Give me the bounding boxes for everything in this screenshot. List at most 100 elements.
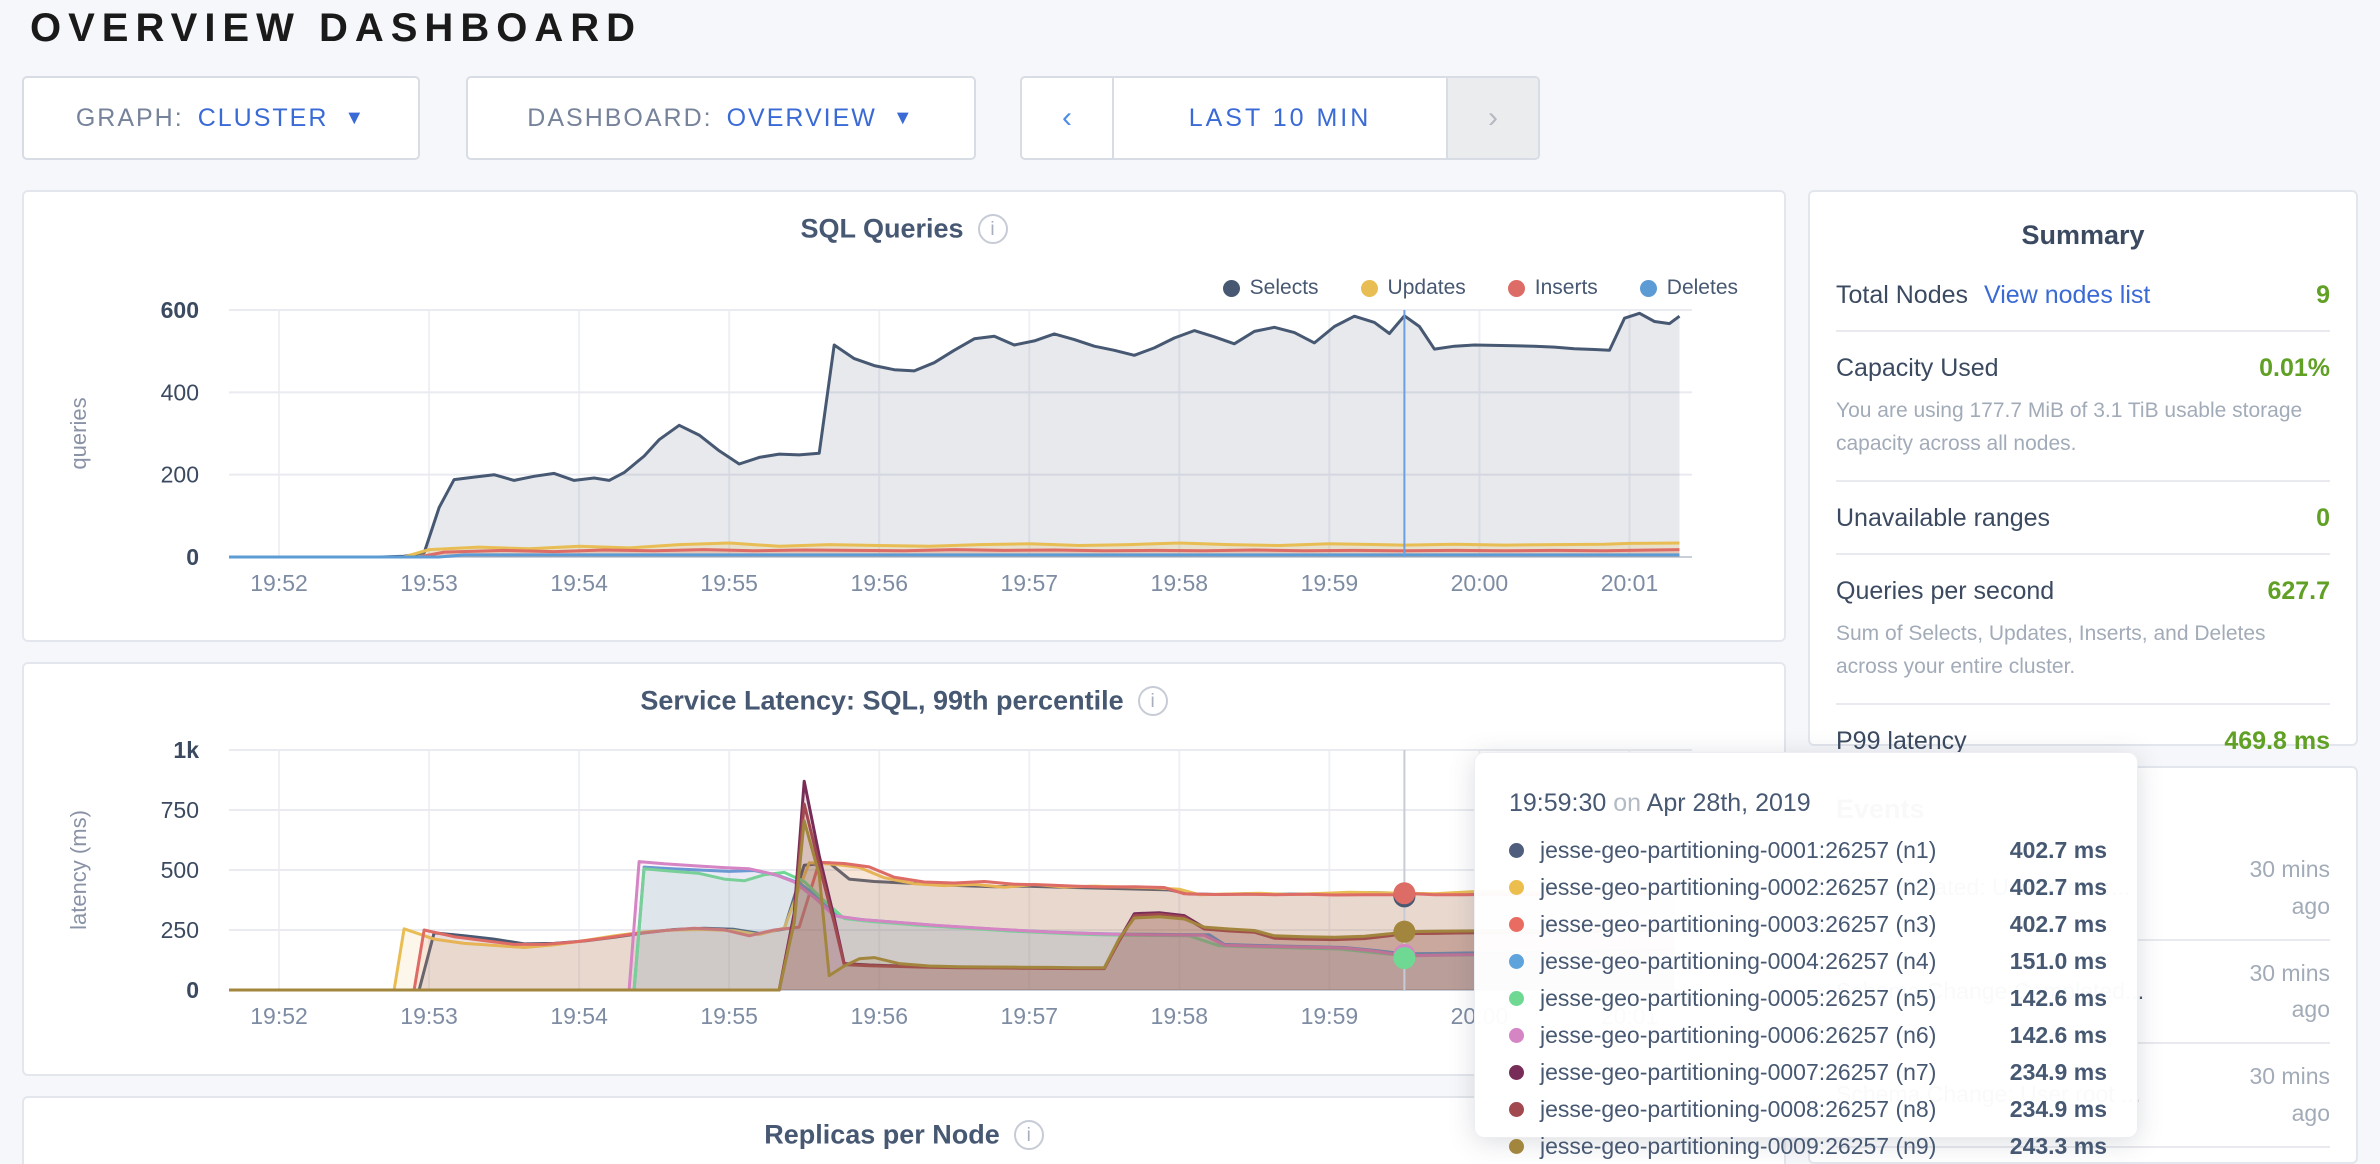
tooltip-series-row: jesse-geo-partitioning-0005:26257 (n5)14… xyxy=(1509,980,2107,1017)
summary-row-label: Unavailable ranges xyxy=(1836,504,2050,533)
tooltip-series-row: jesse-geo-partitioning-0001:26257 (n1)40… xyxy=(1509,832,2107,869)
tooltip-node-value: 402.7 ms xyxy=(2010,911,2107,938)
tooltip-node-value: 243.3 ms xyxy=(2010,1133,2107,1160)
y-tick-label: 200 xyxy=(161,462,199,488)
tooltip-node-name: jesse-geo-partitioning-0002:26257 (n2) xyxy=(1540,874,2010,901)
tooltip-series-row: jesse-geo-partitioning-0007:26257 (n7)23… xyxy=(1509,1054,2107,1091)
event-time: 30 minsago xyxy=(2172,955,2330,1029)
summary-row-label: Queries per second xyxy=(1836,577,2054,606)
x-tick-label: 19:57 xyxy=(1000,570,1058,596)
dashboard-dropdown[interactable]: DASHBOARD: OVERVIEW ▼ xyxy=(466,76,976,160)
chevron-right-icon: › xyxy=(1488,101,1498,135)
y-tick-label: 600 xyxy=(161,297,199,323)
x-tick-label: 19:56 xyxy=(850,570,908,596)
tooltip-series-row: jesse-geo-partitioning-0002:26257 (n2)40… xyxy=(1509,869,2107,906)
chart-hover-tooltip: 19:59:30 on Apr 28th, 2019 jesse-geo-par… xyxy=(1474,752,2138,1138)
summary-row-value: 469.8 ms xyxy=(2224,727,2330,756)
tooltip-timestamp: 19:59:30 on Apr 28th, 2019 xyxy=(1509,789,2107,818)
x-tick-label: 20:01 xyxy=(1601,570,1659,596)
x-tick-label: 19:54 xyxy=(550,1003,608,1029)
x-tick-label: 19:55 xyxy=(700,1003,758,1029)
x-tick-label: 19:58 xyxy=(1151,1003,1209,1029)
x-tick-label: 19:58 xyxy=(1151,570,1209,596)
time-window-label[interactable]: LAST 10 MIN xyxy=(1114,78,1446,158)
chevron-down-icon: ▼ xyxy=(893,107,915,130)
y-tick-label: 400 xyxy=(161,379,199,405)
summary-row: Queries per second 627.7 Sum of Selects, U… xyxy=(1836,555,2330,705)
summary-row-label: Capacity Used xyxy=(1836,354,1999,383)
event-time: 30 minsago xyxy=(2172,851,2330,925)
y-tick-label: 1k xyxy=(173,737,199,763)
series-color-dot xyxy=(1509,991,1524,1006)
y-axis-label: latency (ms) xyxy=(66,810,91,930)
time-prev-button[interactable]: ‹ xyxy=(1022,78,1114,158)
y-tick-label: 750 xyxy=(161,797,199,823)
graph-dropdown-value: CLUSTER xyxy=(198,104,329,133)
tooltip-node-name: jesse-geo-partitioning-0005:26257 (n5) xyxy=(1540,985,2010,1012)
chevron-left-icon: ‹ xyxy=(1062,101,1072,135)
summary-row-caption: Sum of Selects, Updates, Inserts, and De… xyxy=(1836,618,2330,683)
hover-dot xyxy=(1393,882,1415,904)
summary-row-value: 0 xyxy=(2316,504,2330,533)
y-tick-label: 0 xyxy=(186,544,199,570)
sql-queries-panel: SQL Queriesi SelectsUpdatesInsertsDelete… xyxy=(22,190,1786,642)
tooltip-series-row: jesse-geo-partitioning-0003:26257 (n3)40… xyxy=(1509,906,2107,943)
summary-row: Total Nodes View nodes list 9 xyxy=(1836,259,2330,332)
series-color-dot xyxy=(1509,1102,1524,1117)
hover-dot xyxy=(1393,921,1415,943)
tooltip-node-name: jesse-geo-partitioning-0006:26257 (n6) xyxy=(1540,1022,2010,1049)
x-tick-label: 20:00 xyxy=(1451,570,1509,596)
x-tick-label: 19:54 xyxy=(550,570,608,596)
dashboard-dropdown-label: DASHBOARD: xyxy=(527,104,712,133)
y-axis-label: queries xyxy=(66,397,91,469)
x-tick-label: 19:59 xyxy=(1301,570,1359,596)
series-color-dot xyxy=(1509,1065,1524,1080)
summary-row-value: 627.7 xyxy=(2267,577,2330,606)
summary-title: Summary xyxy=(1810,192,2356,251)
summary-panel: Summary Total Nodes View nodes list 9 Capac… xyxy=(1808,190,2358,746)
summary-row: Unavailable ranges 0 xyxy=(1836,482,2330,555)
series-color-dot xyxy=(1509,954,1524,969)
dashboard-dropdown-value: OVERVIEW xyxy=(727,104,877,133)
view-nodes-list-link[interactable]: View nodes list xyxy=(1984,281,2150,310)
page-title: OVERVIEW DASHBOARD xyxy=(30,6,642,51)
x-tick-label: 19:52 xyxy=(250,570,308,596)
series-color-dot xyxy=(1509,1139,1524,1154)
tooltip-node-value: 142.6 ms xyxy=(2010,985,2107,1012)
y-tick-label: 250 xyxy=(161,917,199,943)
tooltip-node-name: jesse-geo-partitioning-0003:26257 (n3) xyxy=(1540,911,2010,938)
y-tick-label: 0 xyxy=(186,977,199,1003)
tooltip-node-name: jesse-geo-partitioning-0009:26257 (n9) xyxy=(1540,1133,2010,1160)
summary-row-value: 9 xyxy=(2316,281,2330,310)
info-icon[interactable]: i xyxy=(1014,1120,1044,1150)
summary-row-label: Total Nodes xyxy=(1836,281,1968,310)
tooltip-node-name: jesse-geo-partitioning-0004:26257 (n4) xyxy=(1540,948,2010,975)
x-tick-label: 19:52 xyxy=(250,1003,308,1029)
tooltip-node-name: jesse-geo-partitioning-0007:26257 (n7) xyxy=(1540,1059,2010,1086)
x-tick-label: 19:53 xyxy=(400,570,458,596)
tooltip-node-value: 402.7 ms xyxy=(2010,837,2107,864)
tooltip-series-row: jesse-geo-partitioning-0008:26257 (n8)23… xyxy=(1509,1091,2107,1128)
x-tick-label: 19:53 xyxy=(400,1003,458,1029)
tooltip-node-value: 234.9 ms xyxy=(2010,1059,2107,1086)
sql-queries-chart[interactable]: 19:52 19:53 19:54 19:55 19:56 19:57 19:58 19:59… xyxy=(24,192,1784,640)
x-tick-label: 19:57 xyxy=(1000,1003,1058,1029)
x-tick-label: 19:55 xyxy=(700,570,758,596)
summary-row: Capacity Used0.01%You are using 177.7 Mi… xyxy=(1836,332,2330,482)
tooltip-node-value: 402.7 ms xyxy=(2010,874,2107,901)
tooltip-series-row: jesse-geo-partitioning-0006:26257 (n6)14… xyxy=(1509,1017,2107,1054)
series-color-dot xyxy=(1509,843,1524,858)
time-next-button-disabled[interactable]: › xyxy=(1446,78,1538,158)
overview-dashboard-page: OVERVIEW DASHBOARD GRAPH: CLUSTER ▼ DASH… xyxy=(0,0,2380,1164)
x-tick-label: 19:59 xyxy=(1301,1003,1359,1029)
tooltip-node-value: 142.6 ms xyxy=(2010,1022,2107,1049)
event-time: 30 minsago xyxy=(2172,1058,2330,1132)
y-tick-label: 500 xyxy=(161,857,199,883)
tooltip-series-row: jesse-geo-partitioning-0004:26257 (n4)15… xyxy=(1509,943,2107,980)
series-color-dot xyxy=(1509,1028,1524,1043)
graph-dropdown[interactable]: GRAPH: CLUSTER ▼ xyxy=(22,76,420,160)
tooltip-node-name: jesse-geo-partitioning-0001:26257 (n1) xyxy=(1540,837,2010,864)
x-tick-label: 19:56 xyxy=(850,1003,908,1029)
tooltip-series-row: jesse-geo-partitioning-0009:26257 (n9)24… xyxy=(1509,1128,2107,1164)
summary-row-value: 0.01% xyxy=(2259,354,2330,383)
